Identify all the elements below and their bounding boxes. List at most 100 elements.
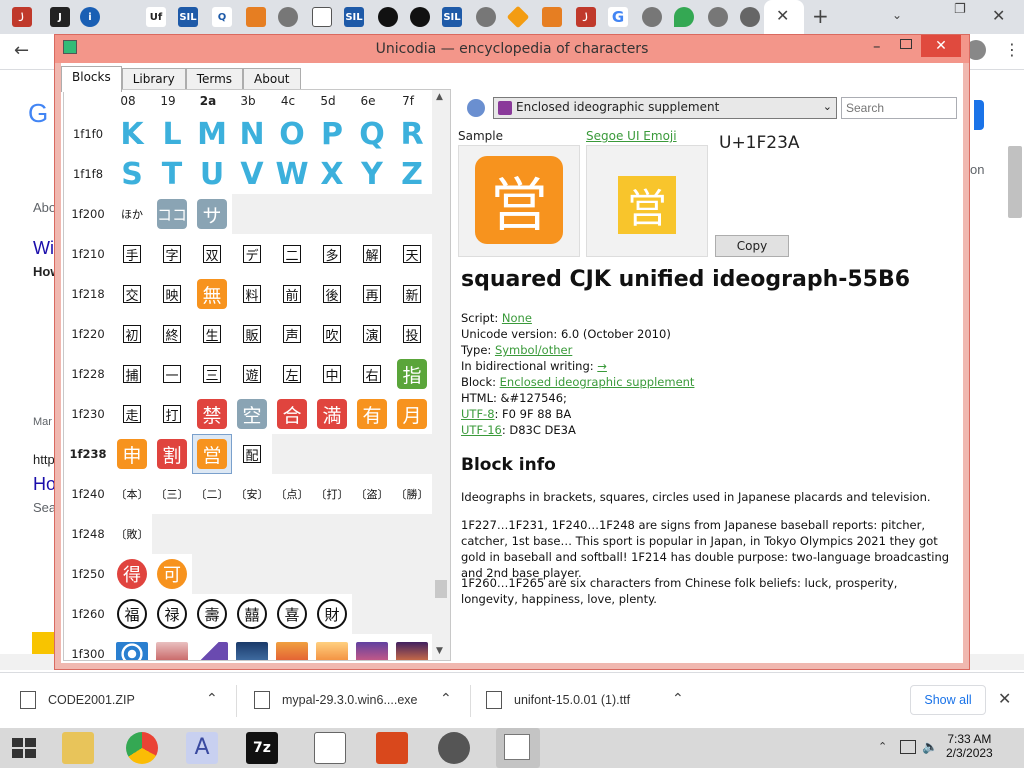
- sil-icon[interactable]: SIL: [344, 7, 364, 27]
- character-cell[interactable]: O: [272, 114, 312, 154]
- character-cell[interactable]: P: [312, 114, 352, 154]
- character-cell[interactable]: 手: [112, 234, 152, 274]
- block-selector[interactable]: Enclosed ideographic supplement ⌄: [493, 97, 837, 119]
- character-cell[interactable]: 得: [112, 554, 152, 594]
- globe-icon[interactable]: [642, 7, 662, 27]
- character-cell[interactable]: 〔点〕: [272, 474, 312, 514]
- character-cell[interactable]: ココ: [152, 194, 192, 234]
- font-app-icon[interactable]: A: [186, 732, 218, 764]
- character-cell[interactable]: 禁: [192, 394, 232, 434]
- character-cell[interactable]: 空: [232, 394, 272, 434]
- tab-library[interactable]: Library: [121, 68, 186, 90]
- character-cell[interactable]: 福: [112, 594, 152, 634]
- character-cell[interactable]: 交: [112, 274, 152, 314]
- character-cell[interactable]: 多: [312, 234, 352, 274]
- character-cell[interactable]: 〔敗〕: [112, 514, 152, 554]
- character-cell[interactable]: 〔盗〕: [352, 474, 392, 514]
- info-icon[interactable]: i: [80, 7, 100, 27]
- title-bar[interactable]: Unicodia — encyclopedia of characters – …: [55, 35, 969, 63]
- character-cell[interactable]: 壽: [192, 594, 232, 634]
- close-icon[interactable]: ✕: [921, 35, 961, 57]
- tray-chevron-icon[interactable]: ⌃: [878, 740, 887, 753]
- maximize-icon[interactable]: [900, 39, 912, 49]
- show-all-button[interactable]: Show all: [910, 685, 986, 715]
- character-cell[interactable]: 双: [192, 234, 232, 274]
- character-cell[interactable]: 再: [352, 274, 392, 314]
- tab-favicon-icon[interactable]: [506, 5, 530, 29]
- character-cell[interactable]: 三: [192, 354, 232, 394]
- character-cell[interactable]: V: [232, 154, 272, 194]
- 7zip-icon[interactable]: 7z: [246, 732, 278, 764]
- maps-icon[interactable]: [674, 7, 694, 27]
- character-cell[interactable]: 〔本〕: [112, 474, 152, 514]
- page-scrollbar[interactable]: [1008, 146, 1022, 218]
- tab-favicon-icon[interactable]: [542, 7, 562, 27]
- character-cell[interactable]: [112, 634, 152, 660]
- tab-about[interactable]: About: [243, 68, 301, 90]
- character-cell[interactable]: K: [112, 114, 152, 154]
- active-tab[interactable]: ✕: [764, 0, 804, 34]
- character-cell[interactable]: 右: [352, 354, 392, 394]
- character-cell[interactable]: 有: [352, 394, 392, 434]
- character-cell[interactable]: X: [312, 154, 352, 194]
- character-cell[interactable]: W: [272, 154, 312, 194]
- tab-favicon-icon[interactable]: [246, 7, 266, 27]
- character-cell[interactable]: 財: [312, 594, 352, 634]
- character-cell[interactable]: 一: [152, 354, 192, 394]
- character-cell[interactable]: M: [192, 114, 232, 154]
- copy-button[interactable]: Copy: [715, 235, 789, 257]
- character-cell[interactable]: 解: [352, 234, 392, 274]
- character-cell[interactable]: 走: [112, 394, 152, 434]
- character-cell[interactable]: ほか: [112, 194, 152, 234]
- character-cell[interactable]: サ: [192, 194, 232, 234]
- globe-icon[interactable]: [278, 7, 298, 27]
- character-cell[interactable]: 営: [192, 434, 232, 474]
- character-cell[interactable]: 囍: [232, 594, 272, 634]
- tab-terms[interactable]: Terms: [185, 68, 244, 90]
- font-link[interactable]: Segoe UI Emoji: [586, 129, 677, 143]
- character-cell[interactable]: 演: [352, 314, 392, 354]
- type-link[interactable]: Symbol/other: [495, 343, 572, 357]
- app-icon[interactable]: [376, 732, 408, 764]
- new-tab-icon[interactable]: +: [812, 4, 829, 28]
- character-cell[interactable]: Q: [352, 114, 392, 154]
- character-cell[interactable]: N: [232, 114, 272, 154]
- grid-scrollbar[interactable]: ▲ ▼: [432, 90, 450, 660]
- character-cell[interactable]: 満: [312, 394, 352, 434]
- tab-favicon-icon[interactable]: J: [50, 7, 70, 27]
- globe-icon[interactable]: [476, 7, 496, 27]
- tab-favicon-icon[interactable]: ꠸: [576, 7, 596, 27]
- download-item[interactable]: unifont-15.0.01 (1).ttf: [514, 693, 630, 707]
- character-cell[interactable]: 映: [152, 274, 192, 314]
- character-cell[interactable]: R: [392, 114, 432, 154]
- character-cell[interactable]: 〔勝〕: [392, 474, 432, 514]
- character-cell[interactable]: 初: [112, 314, 152, 354]
- chrome-icon[interactable]: [740, 7, 760, 27]
- chevron-up-icon[interactable]: ▲: [436, 92, 443, 102]
- character-cell[interactable]: デ: [232, 234, 272, 274]
- character-cell[interactable]: 月: [392, 394, 432, 434]
- search-input[interactable]: [841, 97, 957, 119]
- network-icon[interactable]: [900, 740, 916, 754]
- restore-icon[interactable]: ❐: [954, 2, 966, 17]
- character-cell[interactable]: S: [112, 154, 152, 194]
- character-cell[interactable]: [352, 634, 392, 660]
- file-explorer-icon[interactable]: [62, 732, 94, 764]
- character-cell[interactable]: [392, 634, 432, 660]
- tab-favicon-icon[interactable]: Uf: [146, 7, 166, 27]
- character-cell[interactable]: [152, 634, 192, 660]
- character-cell[interactable]: L: [152, 114, 192, 154]
- start-icon[interactable]: [12, 738, 36, 758]
- chevron-down-icon[interactable]: ▼: [436, 646, 443, 656]
- tab-favicon-icon[interactable]: [378, 7, 398, 27]
- character-cell[interactable]: [192, 634, 232, 660]
- bidi-link[interactable]: →: [597, 359, 607, 373]
- download-item[interactable]: mypal-29.3.0.win6....exe: [282, 693, 418, 707]
- chevron-up-icon[interactable]: ⌃: [440, 691, 452, 707]
- scrollbar-thumb[interactable]: [435, 580, 447, 598]
- google-icon[interactable]: G: [608, 7, 628, 27]
- character-cell[interactable]: 料: [232, 274, 272, 314]
- character-cell[interactable]: 〔打〕: [312, 474, 352, 514]
- tab-favicon-icon[interactable]: [410, 7, 430, 27]
- character-cell[interactable]: 喜: [272, 594, 312, 634]
